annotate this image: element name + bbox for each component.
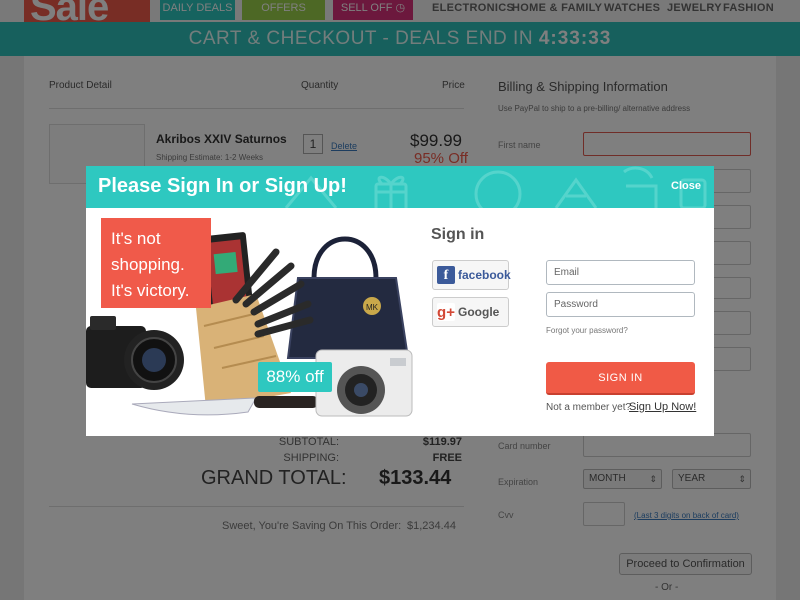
svg-text:MK: MK	[366, 303, 379, 312]
promo-illustration: MK It's not shopping. It's victory. 88% …	[86, 208, 416, 436]
modal-title: Please Sign In or Sign Up!	[98, 175, 347, 197]
sign-in-title: Sign in	[431, 226, 485, 243]
email-input[interactable]	[546, 260, 695, 285]
close-button[interactable]: Close	[671, 180, 701, 192]
sign-up-link[interactable]: Sign Up Now!	[629, 401, 696, 413]
modal-header: Please Sign In or Sign Up! Close	[86, 166, 714, 208]
google-plus-icon: g+	[437, 303, 455, 321]
google-login-button[interactable]: g+ Google	[432, 297, 509, 327]
forgot-password-link[interactable]: Forgot your password?	[546, 326, 628, 335]
promo-quote: It's not shopping. It's victory.	[101, 218, 211, 308]
sign-in-modal: Please Sign In or Sign Up! Close MK It's…	[86, 166, 714, 436]
sign-in-button[interactable]: SIGN IN	[546, 362, 695, 395]
not-member-text: Not a member yet?	[546, 402, 632, 413]
facebook-login-button[interactable]: f facebook	[432, 260, 511, 290]
password-input[interactable]	[546, 292, 695, 317]
discount-badge: 88% off	[258, 362, 332, 392]
facebook-icon: f	[437, 266, 455, 284]
